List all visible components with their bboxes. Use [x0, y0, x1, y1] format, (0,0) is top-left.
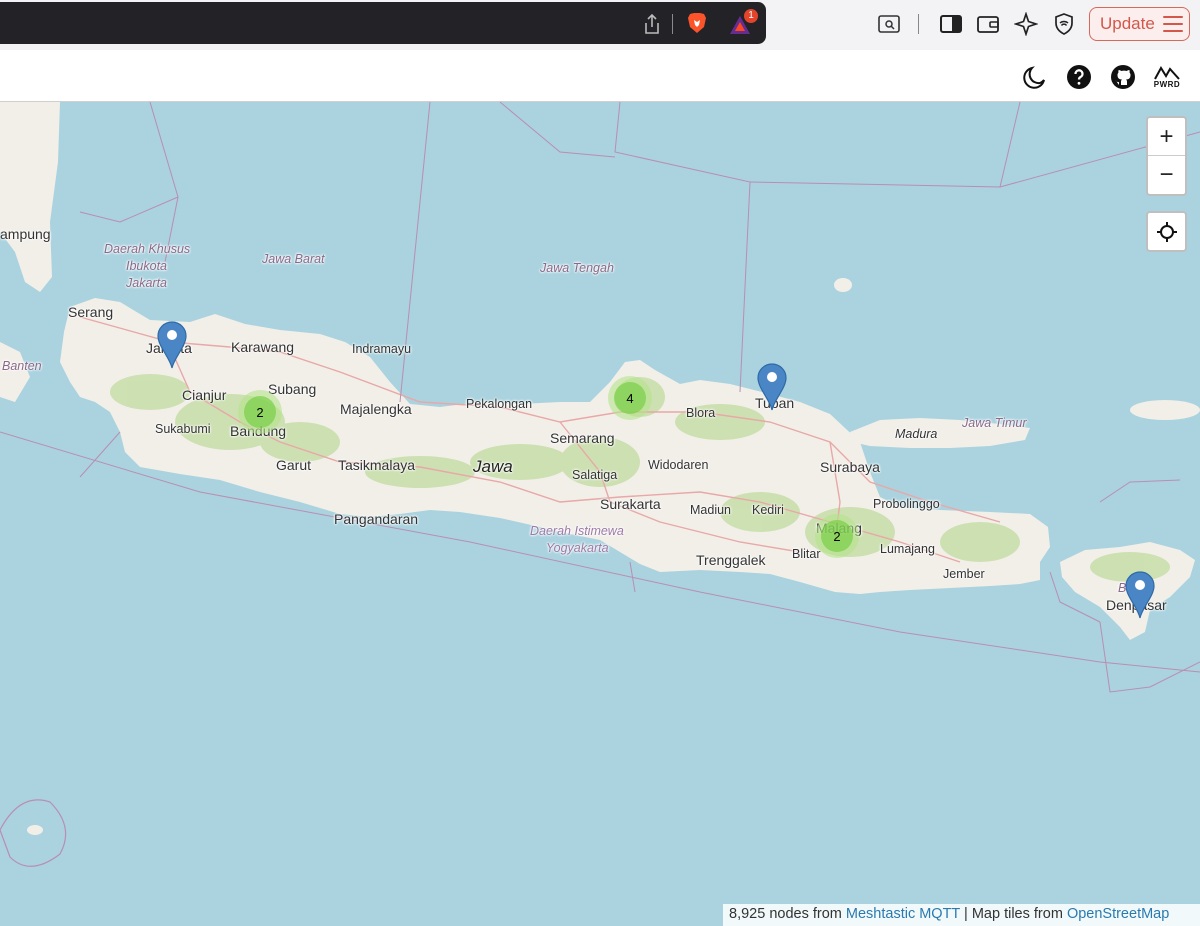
place-label: Cianjur — [182, 387, 227, 403]
place-label: Sukabumi — [155, 422, 211, 436]
app-header: PWRD — [0, 50, 1200, 102]
place-label: Jawa Tengah — [540, 261, 614, 275]
help-icon[interactable] — [1065, 63, 1093, 91]
zoom-out-button[interactable]: − — [1148, 156, 1185, 194]
menu-icon — [1162, 16, 1183, 32]
place-label: Jawa — [473, 457, 513, 476]
place-label: Majalengka — [340, 401, 412, 417]
wallet-icon[interactable] — [975, 11, 1001, 37]
cluster-count: 2 — [244, 396, 276, 428]
place-label: Pangandaran — [334, 511, 419, 527]
place-label: Blitar — [792, 547, 821, 561]
dark-mode-icon[interactable] — [1021, 63, 1049, 91]
reader-mode-icon[interactable] — [876, 11, 902, 37]
place-label: Indramayu — [352, 342, 412, 356]
map-marker[interactable] — [756, 362, 788, 412]
place-label: Yogyakarta — [546, 541, 609, 555]
attribution-middle: | Map tiles from — [960, 906, 1067, 922]
map-attribution: 8,925 nodes from Meshtastic MQTT | Map t… — [723, 904, 1200, 926]
brave-lion-icon[interactable] — [684, 10, 710, 36]
crosshair-icon — [1156, 221, 1177, 242]
update-button[interactable]: Update — [1089, 7, 1190, 41]
locate-button[interactable] — [1146, 211, 1187, 252]
place-label: Jawa Timur — [962, 416, 1027, 430]
place-label: Surakarta — [600, 496, 661, 512]
place-label: ampung — [0, 226, 51, 242]
notification-badge: 1 — [744, 9, 758, 23]
place-label: Serang — [68, 304, 114, 320]
separator — [918, 14, 919, 34]
place-label: Banten — [2, 359, 42, 373]
place-label: Jawa Barat — [262, 252, 325, 266]
place-label: Tasikmalaya — [338, 457, 416, 473]
github-icon[interactable] — [1109, 63, 1137, 91]
place-label: Semarang — [550, 430, 615, 446]
place-label: Widodaren — [648, 458, 709, 472]
osm-link[interactable]: OpenStreetMap — [1067, 906, 1169, 922]
place-label: Jakarta — [126, 276, 167, 290]
cluster-count: 2 — [821, 520, 853, 552]
vpn-icon[interactable] — [1051, 11, 1077, 37]
place-label: Daerah Istimewa — [530, 524, 624, 538]
place-label: Lumajang — [880, 542, 935, 556]
pwrd-logo[interactable]: PWRD — [1151, 63, 1183, 91]
address-bar[interactable] — [0, 2, 766, 44]
place-label: Surabaya — [820, 459, 880, 475]
attribution-prefix: 8,925 nodes from — [729, 906, 846, 922]
place-label: Karawang — [231, 339, 295, 355]
map-marker[interactable] — [1124, 570, 1156, 620]
place-label: Jember — [943, 567, 985, 581]
cluster-malang[interactable]: 2 — [815, 514, 859, 558]
map-marker[interactable] — [156, 320, 188, 370]
pwrd-logo-text: PWRD — [1153, 79, 1181, 89]
place-label: Pekalongan — [466, 397, 533, 411]
separator — [672, 14, 673, 34]
cluster-count: 4 — [614, 382, 646, 414]
place-label: Blora — [686, 406, 716, 420]
place-label: Trenggalek — [696, 552, 766, 568]
mqtt-link[interactable]: Meshtastic MQTT — [846, 906, 960, 922]
update-label: Update — [1100, 14, 1155, 33]
place-label: Madura — [895, 427, 938, 441]
cluster-pati[interactable]: 4 — [608, 376, 652, 420]
place-label: Madiun — [690, 503, 731, 517]
place-label: Kediri — [752, 503, 784, 517]
cluster-bandung[interactable]: 2 — [238, 390, 282, 434]
place-label: Garut — [276, 457, 312, 473]
sidebar-icon[interactable] — [938, 11, 964, 37]
map-view[interactable]: ampung Daerah Khusus Ibukota Jakarta Jaw… — [0, 102, 1200, 926]
place-label: Daerah Khusus — [104, 242, 191, 256]
place-label: Salatiga — [572, 468, 618, 482]
map-tiles — [0, 102, 1200, 867]
zoom-control: + − — [1146, 116, 1187, 196]
browser-toolbar: 1 Update — [0, 0, 1200, 50]
place-label: Ibukota — [126, 259, 168, 273]
place-label: Probolinggo — [873, 497, 940, 511]
share-icon[interactable] — [639, 11, 665, 37]
leo-ai-icon[interactable] — [1013, 11, 1039, 37]
place-label: Subang — [268, 381, 317, 397]
zoom-in-button[interactable]: + — [1148, 118, 1185, 156]
